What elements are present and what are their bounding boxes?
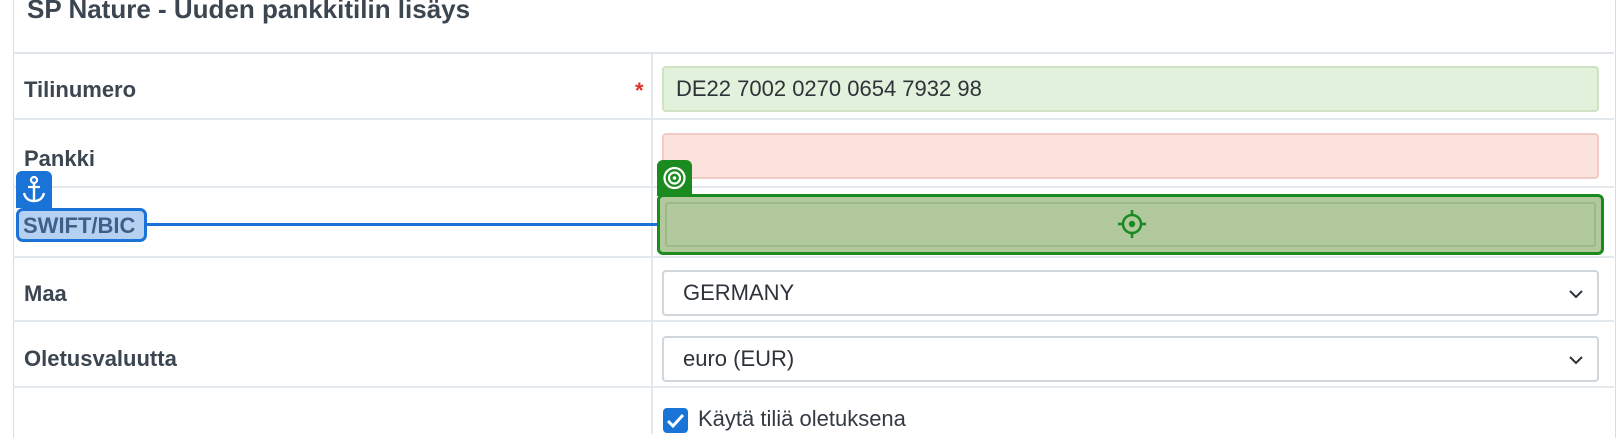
chevron-down-icon bbox=[1569, 356, 1583, 365]
row-divider bbox=[13, 320, 1614, 322]
bank-label: Pankki bbox=[24, 146, 95, 171]
target-badge bbox=[657, 160, 692, 196]
account-number-input[interactable]: DE22 7002 0270 0654 7932 98 bbox=[662, 66, 1599, 112]
account-number-label: Tilinumero bbox=[24, 77, 137, 102]
country-selected-value: GERMANY bbox=[683, 280, 795, 305]
default-account-label: Käytä tiliä oletuksena bbox=[698, 406, 906, 431]
row-divider bbox=[13, 256, 1614, 258]
row-divider bbox=[13, 386, 1614, 388]
country-label: Maa bbox=[24, 281, 67, 306]
anchor-icon bbox=[22, 175, 46, 203]
bank-input[interactable] bbox=[662, 133, 1599, 179]
column-divider bbox=[651, 54, 653, 434]
row-divider bbox=[13, 118, 1614, 120]
currency-select[interactable]: euro (EUR) bbox=[662, 336, 1599, 382]
crosshair-icon bbox=[1118, 210, 1146, 238]
currency-selected-value: euro (EUR) bbox=[683, 346, 795, 371]
checkmark-icon bbox=[666, 413, 685, 429]
currency-label: Oletusvaluutta bbox=[24, 346, 177, 371]
anchor-target-connector bbox=[147, 223, 657, 226]
chevron-down-icon bbox=[1569, 290, 1583, 299]
country-select[interactable]: GERMANY bbox=[662, 270, 1599, 316]
page-title: SP Nature - Uuden pankkitilin lisäys bbox=[27, 0, 471, 24]
row-divider bbox=[13, 186, 1614, 188]
swift-label: SWIFT/BIC bbox=[23, 213, 136, 238]
anchor-badge bbox=[16, 171, 52, 208]
target-icon bbox=[663, 166, 686, 190]
required-marker: * bbox=[635, 78, 644, 103]
title-divider bbox=[13, 52, 1614, 54]
swift-input[interactable] bbox=[657, 194, 1604, 255]
default-account-checkbox[interactable] bbox=[663, 408, 688, 433]
